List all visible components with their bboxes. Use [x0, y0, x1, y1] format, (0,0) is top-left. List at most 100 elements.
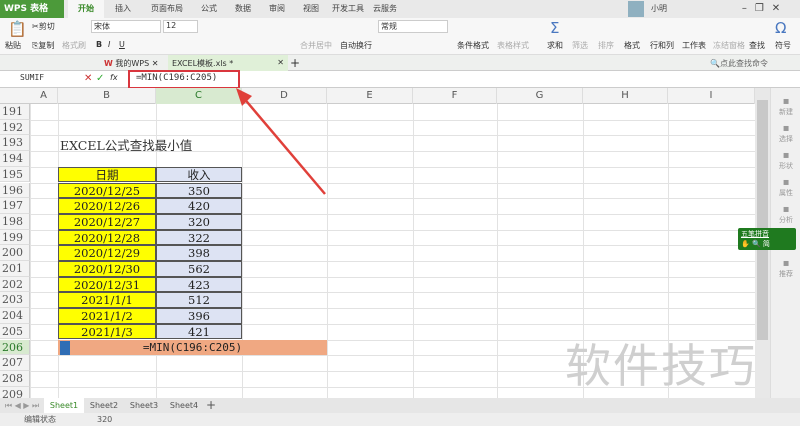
search-icon[interactable]: 🔍	[752, 240, 761, 248]
ime-toolbar[interactable]: 五笔拼音 ✋ 🔍 简	[738, 228, 796, 250]
income-cell[interactable]: 322	[156, 229, 242, 246]
row-header[interactable]: 202	[0, 276, 30, 293]
sheet-title[interactable]: EXCEL公式查找最小值	[60, 135, 192, 154]
column-header-b[interactable]: B	[58, 88, 156, 104]
row-header[interactable]: 200	[0, 245, 30, 261]
tab-developer[interactable]: 开发工具	[328, 0, 368, 18]
column-header-i[interactable]: I	[668, 88, 755, 104]
income-cell[interactable]: 421	[156, 323, 242, 340]
sort-button[interactable]: 排序	[598, 40, 614, 51]
sidebar-item[interactable]: ▪ 分析	[771, 204, 800, 225]
search-command[interactable]: 🔍点此查找命令	[710, 58, 768, 69]
sidebar-item[interactable]: ▪ 新建	[771, 96, 800, 117]
worksheet-button[interactable]: 工作表	[682, 40, 706, 51]
bold-button[interactable]: B	[96, 40, 102, 49]
cancel-icon[interactable]: ✕	[84, 73, 92, 84]
column-header-e[interactable]: E	[327, 88, 413, 104]
merge-center-button[interactable]: 合并居中	[300, 40, 332, 51]
close-tab-icon[interactable]: ✕	[277, 58, 284, 67]
column-header-a[interactable]: A	[30, 88, 58, 104]
date-cell[interactable]: 2021/1/3	[58, 323, 156, 340]
doc-tab-excel-template[interactable]: EXCEL模板.xls * ✕	[168, 55, 288, 71]
confirm-icon[interactable]: ✓	[96, 73, 104, 84]
row-header[interactable]: 198	[0, 213, 30, 230]
row-header[interactable]: 196	[0, 182, 30, 199]
tab-formulas[interactable]: 公式	[192, 0, 226, 18]
tab-review[interactable]: 审阅	[260, 0, 294, 18]
income-cell[interactable]: 398	[156, 245, 242, 261]
sheet-tab-2[interactable]: Sheet2	[84, 398, 124, 413]
tab-insert[interactable]: 插入	[106, 0, 140, 18]
table-style-button[interactable]: 表格样式	[497, 40, 529, 51]
income-cell[interactable]: 562	[156, 261, 242, 277]
row-header[interactable]: 206	[0, 339, 30, 356]
wrap-text-button[interactable]: 自动换行	[340, 40, 372, 51]
income-cell[interactable]: 512	[156, 292, 242, 309]
filter-button[interactable]: 筛选	[572, 40, 588, 51]
cut-button[interactable]: ✂剪切	[32, 21, 55, 32]
row-header[interactable]: 207	[0, 355, 30, 371]
minimize-icon[interactable]: –	[742, 3, 755, 14]
column-header-f[interactable]: F	[413, 88, 497, 104]
date-cell[interactable]: 2020/12/30	[58, 261, 156, 277]
row-header[interactable]: 208	[0, 370, 30, 387]
restore-icon[interactable]: ❐	[755, 3, 772, 14]
date-cell[interactable]: 2020/12/25	[58, 182, 156, 199]
symbol-button[interactable]: 符号	[775, 40, 791, 51]
date-cell[interactable]: 2020/12/29	[58, 245, 156, 261]
sidebar-item[interactable]: ▪ 形状	[771, 150, 800, 171]
paste-icon[interactable]: 📋	[8, 20, 27, 38]
sheet-nav-arrows[interactable]: ⏮ ◀ ▶ ⏭	[4, 398, 40, 413]
sheet-tab-1[interactable]: Sheet1	[44, 398, 84, 413]
column-header-h[interactable]: H	[583, 88, 668, 104]
window-controls[interactable]: –❐✕	[730, 0, 800, 18]
sidebar-item[interactable]: ▪ 推荐	[771, 258, 800, 279]
row-header[interactable]: 199	[0, 229, 30, 246]
row-header[interactable]: 195	[0, 166, 30, 183]
fx-button[interactable]: fx	[110, 73, 118, 82]
sheet-tab-4[interactable]: Sheet4	[164, 398, 204, 413]
user-name[interactable]: 小明	[646, 0, 672, 18]
paste-button[interactable]: 粘贴	[5, 40, 21, 51]
format-painter-button[interactable]: 格式刷	[62, 40, 86, 51]
add-sheet-button[interactable]: +	[204, 398, 218, 413]
scrollbar-thumb[interactable]	[757, 100, 768, 340]
rows-columns-button[interactable]: 行和列	[650, 40, 674, 51]
tab-home[interactable]: 开始	[68, 0, 104, 18]
new-tab-button[interactable]: +	[290, 56, 300, 70]
freeze-panes-button[interactable]: 冻结窗格	[713, 40, 745, 51]
row-header[interactable]: 203	[0, 292, 30, 309]
number-format-select[interactable]: 常规	[378, 20, 448, 33]
row-header[interactable]: 194	[0, 151, 30, 167]
sidebar-item[interactable]: ▪ 选择	[771, 123, 800, 144]
income-cell[interactable]: 396	[156, 308, 242, 324]
sheet-tab-3[interactable]: Sheet3	[124, 398, 164, 413]
header-date[interactable]: 日期	[58, 166, 156, 183]
avatar[interactable]	[628, 1, 644, 17]
row-header[interactable]: 191	[0, 104, 30, 120]
column-header-g[interactable]: G	[497, 88, 583, 104]
sum-button[interactable]: 求和	[547, 40, 563, 51]
close-icon[interactable]: ✕	[772, 3, 788, 14]
italic-button[interactable]: I	[108, 40, 110, 49]
row-header[interactable]: 201	[0, 261, 30, 277]
copy-button[interactable]: ⎘复制	[32, 40, 54, 51]
date-cell[interactable]: 2020/12/27	[58, 213, 156, 230]
date-cell[interactable]: 2020/12/28	[58, 229, 156, 246]
income-cell[interactable]: 423	[156, 276, 242, 293]
row-header[interactable]: 193	[0, 135, 30, 152]
date-cell[interactable]: 2020/12/31	[58, 276, 156, 293]
row-header[interactable]: 192	[0, 119, 30, 136]
tab-cloud[interactable]: 云服务	[368, 0, 402, 18]
font-name-select[interactable]: 宋体	[91, 20, 161, 33]
formula-cell[interactable]: =MIN(C196:C205)	[58, 339, 327, 356]
conditional-format-button[interactable]: 条件格式	[457, 40, 489, 51]
doc-tab-my-wps[interactable]: W 我的WPS ✕	[104, 58, 158, 69]
name-box[interactable]: SUMIF	[4, 73, 74, 86]
row-header[interactable]: 197	[0, 198, 30, 214]
sidebar-item[interactable]: ▪ 属性	[771, 177, 800, 198]
hand-icon[interactable]: ✋	[741, 240, 750, 248]
find-button[interactable]: 查找	[749, 40, 765, 51]
date-cell[interactable]: 2021/1/1	[58, 292, 156, 309]
format-button[interactable]: 格式	[624, 40, 640, 51]
